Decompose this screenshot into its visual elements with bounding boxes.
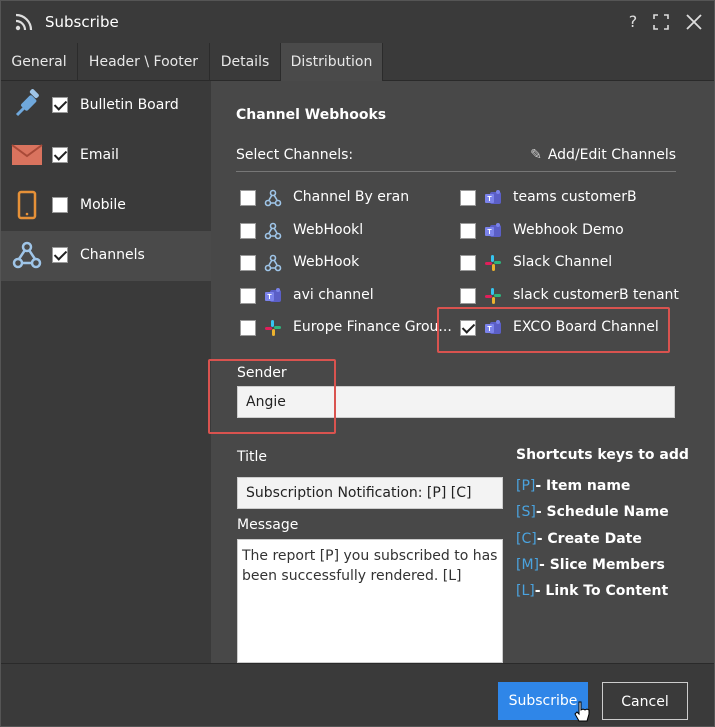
shortcut-item: [P]- Item name — [516, 478, 631, 494]
channel-checkbox[interactable] — [460, 287, 476, 304]
channel-item[interactable]: Europe Finance Grou... — [240, 317, 460, 341]
cancel-button[interactable]: Cancel — [602, 682, 688, 720]
channel-item[interactable]: Slack Channel — [460, 252, 680, 276]
sender-highlight-box — [208, 359, 336, 434]
channel-item[interactable]: Channel By eran — [240, 187, 460, 211]
channel-checkbox[interactable] — [240, 190, 256, 206]
sidebar-item-email[interactable]: Email — [1, 131, 211, 181]
webhook-icon — [264, 189, 282, 207]
channel-label: Europe Finance Grou... — [293, 319, 452, 335]
tab-general[interactable]: General — [1, 43, 78, 81]
divider — [236, 171, 676, 172]
pushpin-icon — [15, 89, 39, 117]
channels-checkbox[interactable] — [52, 247, 68, 263]
section-title: Channel Webhooks — [236, 107, 387, 123]
title-label: Title — [237, 449, 268, 465]
subscribe-dialog: Subscribe ? General Header \ Footer Deta… — [0, 0, 715, 727]
sidebar-item-label: Bulletin Board — [80, 97, 179, 113]
shortcuts-title: Shortcuts keys to add — [516, 447, 689, 463]
envelope-icon — [11, 144, 43, 165]
channel-checkbox[interactable] — [460, 255, 476, 271]
channel-label: teams customerB — [513, 189, 637, 205]
channel-checkbox[interactable] — [240, 222, 256, 239]
dialog-footer: Subscribe Cancel — [1, 663, 714, 726]
channel-label: WebHookl — [293, 221, 364, 238]
maximize-button[interactable] — [651, 11, 671, 33]
tab-distribution[interactable]: Distribution — [281, 43, 383, 81]
webhook-icon — [12, 241, 42, 269]
channel-label: slack customerB tenant — [513, 286, 679, 303]
pencil-icon: ✎ — [530, 147, 542, 163]
help-button[interactable]: ? — [623, 11, 643, 33]
shortcut-item: [L]- Link To Content — [516, 583, 669, 599]
exco-highlight-box — [437, 307, 670, 353]
channel-checkbox[interactable] — [240, 320, 256, 336]
channel-item[interactable]: Tavi channel — [240, 285, 460, 309]
shortcut-item: [C]- Create Date — [516, 531, 642, 547]
channel-checkbox[interactable] — [240, 255, 256, 271]
close-icon — [686, 14, 702, 30]
channel-item[interactable]: WebHookl — [240, 220, 460, 244]
webhook-icon — [264, 222, 282, 239]
slack-icon — [485, 287, 501, 304]
tab-details[interactable]: Details — [210, 43, 281, 81]
channel-checkbox[interactable] — [460, 190, 476, 206]
channel-checkbox[interactable] — [460, 222, 476, 239]
close-button[interactable] — [684, 11, 704, 33]
title-input[interactable]: Subscription Notification: [P] [C] — [237, 477, 503, 509]
mobile-phone-icon — [17, 190, 37, 220]
svg-text:T: T — [487, 229, 492, 236]
channel-item[interactable]: slack customerB tenant — [460, 285, 680, 309]
message-label: Message — [237, 517, 299, 533]
svg-text:T: T — [487, 196, 492, 203]
channel-label: Slack Channel — [513, 254, 613, 270]
maximize-icon — [653, 14, 669, 30]
distribution-sidebar: Bulletin Board Email Mobile Channels — [1, 81, 211, 663]
channel-label: Channel By eran — [293, 189, 410, 205]
select-channels-label: Select Channels: — [236, 147, 354, 163]
svg-text:T: T — [267, 294, 272, 301]
teams-icon: T — [485, 222, 501, 237]
tab-header-footer[interactable]: Header \ Footer — [78, 43, 210, 81]
sidebar-item-label: Mobile — [80, 197, 126, 213]
dialog-title: Subscribe — [45, 13, 119, 31]
slack-icon — [485, 255, 501, 271]
message-textarea[interactable]: The report [P] you subscribed to has bee… — [237, 539, 503, 663]
channels-panel: Channel Webhooks Select Channels: ✎ Add/E… — [208, 81, 714, 663]
channel-label: avi channel — [293, 286, 374, 303]
rss-icon — [15, 13, 33, 31]
sidebar-item-label: Channels — [80, 247, 145, 263]
hand-cursor-icon — [574, 701, 590, 722]
channel-checkbox[interactable] — [240, 287, 256, 304]
sidebar-item-bulletin-board[interactable]: Bulletin Board — [1, 81, 211, 131]
channel-item[interactable]: Tteams customerB — [460, 187, 680, 211]
channel-item[interactable]: WebHook — [240, 252, 460, 276]
tab-bar: General Header \ Footer Details Distribu… — [1, 43, 714, 81]
shortcut-item: [S]- Schedule Name — [516, 504, 669, 520]
channel-label: WebHook — [293, 254, 360, 270]
bulletin-board-checkbox[interactable] — [52, 97, 68, 113]
title-bar: Subscribe ? — [1, 1, 714, 43]
mobile-checkbox[interactable] — [52, 197, 68, 213]
add-edit-channels-link[interactable]: ✎ Add/Edit Channels — [530, 147, 676, 163]
add-edit-label: Add/Edit Channels — [547, 147, 676, 163]
channel-item[interactable]: T Webhook Demo — [460, 220, 680, 244]
sidebar-item-label: Email — [80, 147, 119, 163]
sidebar-item-mobile[interactable]: Mobile — [1, 181, 211, 231]
shortcut-item: [M]- Slice Members — [516, 557, 665, 573]
sidebar-item-channels[interactable]: Channels — [1, 231, 211, 281]
teams-icon: T — [485, 190, 501, 204]
slack-icon — [265, 320, 281, 336]
webhook-icon — [264, 254, 282, 272]
teams-icon: T — [265, 287, 281, 302]
email-checkbox[interactable] — [52, 147, 68, 163]
channel-label: Webhook Demo — [513, 221, 624, 238]
